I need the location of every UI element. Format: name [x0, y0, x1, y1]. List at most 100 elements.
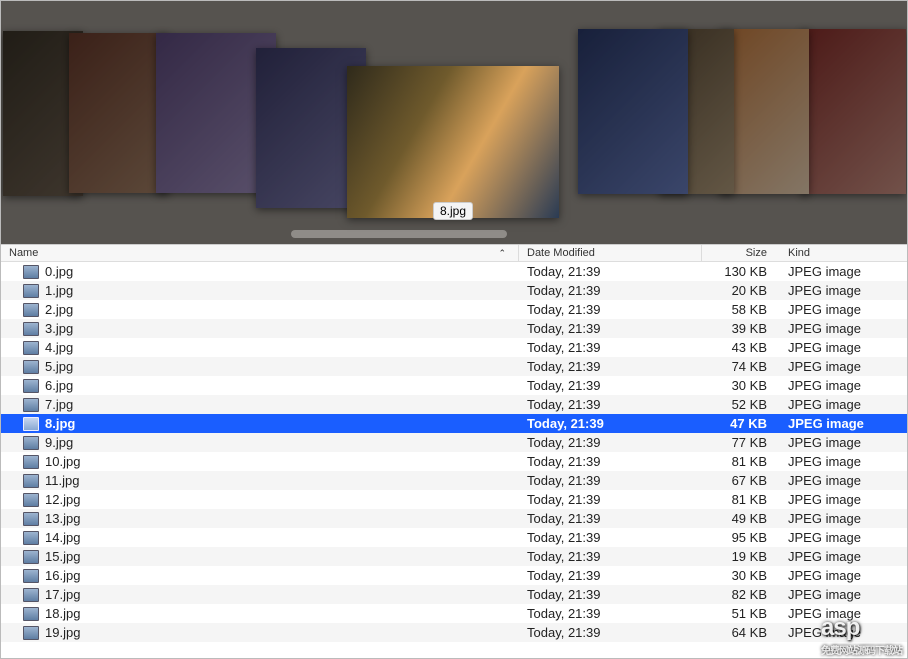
cell-name: 2.jpg: [1, 302, 519, 317]
cell-date: Today, 21:39: [519, 321, 702, 336]
column-header-kind-label: Kind: [788, 247, 810, 259]
cell-name: 18.jpg: [1, 606, 519, 621]
table-row[interactable]: 12.jpgToday, 21:3981 KBJPEG image: [1, 490, 907, 509]
jpeg-file-icon: [23, 531, 39, 545]
cell-date: Today, 21:39: [519, 625, 702, 640]
cell-date: Today, 21:39: [519, 473, 702, 488]
table-row[interactable]: 5.jpgToday, 21:3974 KBJPEG image: [1, 357, 907, 376]
column-header-date[interactable]: Date Modified: [519, 245, 702, 261]
cell-date: Today, 21:39: [519, 264, 702, 279]
column-header-size-label: Size: [746, 247, 767, 259]
table-row[interactable]: 13.jpgToday, 21:3949 KBJPEG image: [1, 509, 907, 528]
cell-name: 13.jpg: [1, 511, 519, 526]
file-name: 14.jpg: [45, 530, 80, 545]
cell-kind: JPEG image: [780, 454, 907, 469]
table-row[interactable]: 15.jpgToday, 21:3919 KBJPEG image: [1, 547, 907, 566]
file-name: 12.jpg: [45, 492, 80, 507]
file-name: 19.jpg: [45, 625, 80, 640]
table-row[interactable]: 2.jpgToday, 21:3958 KBJPEG image: [1, 300, 907, 319]
file-list[interactable]: 0.jpgToday, 21:39130 KBJPEG image1.jpgTo…: [1, 262, 907, 658]
file-name: 2.jpg: [45, 302, 73, 317]
cell-date: Today, 21:39: [519, 397, 702, 412]
jpeg-file-icon: [23, 607, 39, 621]
table-row[interactable]: 10.jpgToday, 21:3981 KBJPEG image: [1, 452, 907, 471]
sort-ascending-icon: ⌃: [498, 248, 506, 259]
table-row[interactable]: 11.jpgToday, 21:3967 KBJPEG image: [1, 471, 907, 490]
table-row[interactable]: 6.jpgToday, 21:3930 KBJPEG image: [1, 376, 907, 395]
cell-size: 20 KB: [702, 283, 780, 298]
file-name: 3.jpg: [45, 321, 73, 336]
jpeg-file-icon: [23, 398, 39, 412]
table-row[interactable]: 16.jpgToday, 21:3930 KBJPEG image: [1, 566, 907, 585]
table-row[interactable]: 7.jpgToday, 21:3952 KBJPEG image: [1, 395, 907, 414]
table-row[interactable]: 19.jpgToday, 21:3964 KBJPEG image: [1, 623, 907, 642]
cell-kind: JPEG image: [780, 435, 907, 450]
cell-name: 5.jpg: [1, 359, 519, 374]
cell-kind: JPEG image: [780, 416, 907, 431]
column-header-name[interactable]: Name ⌃: [1, 245, 519, 261]
cell-size: 30 KB: [702, 568, 780, 583]
table-row[interactable]: 4.jpgToday, 21:3943 KBJPEG image: [1, 338, 907, 357]
cell-date: Today, 21:39: [519, 302, 702, 317]
cell-kind: JPEG image: [780, 340, 907, 355]
cell-size: 82 KB: [702, 587, 780, 602]
cell-kind: JPEG image: [780, 397, 907, 412]
coverflow-thumb[interactable]: [578, 29, 688, 194]
jpeg-file-icon: [23, 493, 39, 507]
jpeg-file-icon: [23, 474, 39, 488]
cell-kind: JPEG image: [780, 606, 907, 621]
cell-size: 77 KB: [702, 435, 780, 450]
cell-date: Today, 21:39: [519, 378, 702, 393]
table-row[interactable]: 8.jpgToday, 21:3947 KBJPEG image: [1, 414, 907, 433]
cell-date: Today, 21:39: [519, 283, 702, 298]
table-row[interactable]: 1.jpgToday, 21:3920 KBJPEG image: [1, 281, 907, 300]
file-name: 18.jpg: [45, 606, 80, 621]
table-row[interactable]: 18.jpgToday, 21:3951 KBJPEG image: [1, 604, 907, 623]
cell-date: Today, 21:39: [519, 492, 702, 507]
jpeg-file-icon: [23, 455, 39, 469]
coverflow-thumb[interactable]: [69, 33, 169, 193]
file-name: 10.jpg: [45, 454, 80, 469]
cell-name: 0.jpg: [1, 264, 519, 279]
file-name: 13.jpg: [45, 511, 80, 526]
cell-kind: JPEG image: [780, 473, 907, 488]
jpeg-file-icon: [23, 379, 39, 393]
cell-size: 67 KB: [702, 473, 780, 488]
column-header-date-label: Date Modified: [527, 247, 595, 259]
file-name: 9.jpg: [45, 435, 73, 450]
table-row[interactable]: 14.jpgToday, 21:3995 KBJPEG image: [1, 528, 907, 547]
cell-name: 3.jpg: [1, 321, 519, 336]
cell-kind: JPEG image: [780, 587, 907, 602]
column-header-size[interactable]: Size: [702, 245, 780, 261]
table-row[interactable]: 9.jpg Today, 21:3977 KBJPEG image: [1, 433, 907, 452]
cell-name: 4.jpg: [1, 340, 519, 355]
coverflow-scrollbar[interactable]: [291, 230, 507, 238]
cell-kind: JPEG image: [780, 264, 907, 279]
table-row[interactable]: 17.jpgToday, 21:3982 KBJPEG image: [1, 585, 907, 604]
file-name: 6.jpg: [45, 378, 73, 393]
cell-date: Today, 21:39: [519, 568, 702, 583]
jpeg-file-icon: [23, 360, 39, 374]
cell-date: Today, 21:39: [519, 435, 702, 450]
cell-size: 49 KB: [702, 511, 780, 526]
cell-date: Today, 21:39: [519, 454, 702, 469]
cell-kind: JPEG image: [780, 302, 907, 317]
cell-name: 12.jpg: [1, 492, 519, 507]
cell-name: 16.jpg: [1, 568, 519, 583]
cell-size: 30 KB: [702, 378, 780, 393]
cell-size: 47 KB: [702, 416, 780, 431]
table-row[interactable]: 0.jpgToday, 21:39130 KBJPEG image: [1, 262, 907, 281]
cell-size: 64 KB: [702, 625, 780, 640]
cell-kind: JPEG image: [780, 283, 907, 298]
jpeg-file-icon: [23, 322, 39, 336]
cell-name: 9.jpg: [1, 435, 519, 450]
cell-kind: JPEG image: [780, 511, 907, 526]
coverflow-panel[interactable]: 8.jpg: [1, 1, 907, 244]
jpeg-file-icon: [23, 512, 39, 526]
coverflow-track: 8.jpg: [1, 1, 907, 244]
column-header-kind[interactable]: Kind: [780, 245, 907, 261]
coverflow-thumb[interactable]: [801, 29, 906, 194]
table-row[interactable]: 3.jpgToday, 21:3939 KBJPEG image: [1, 319, 907, 338]
file-name: 8.jpg: [45, 416, 75, 431]
coverflow-thumb[interactable]: 8.jpg: [347, 66, 559, 218]
